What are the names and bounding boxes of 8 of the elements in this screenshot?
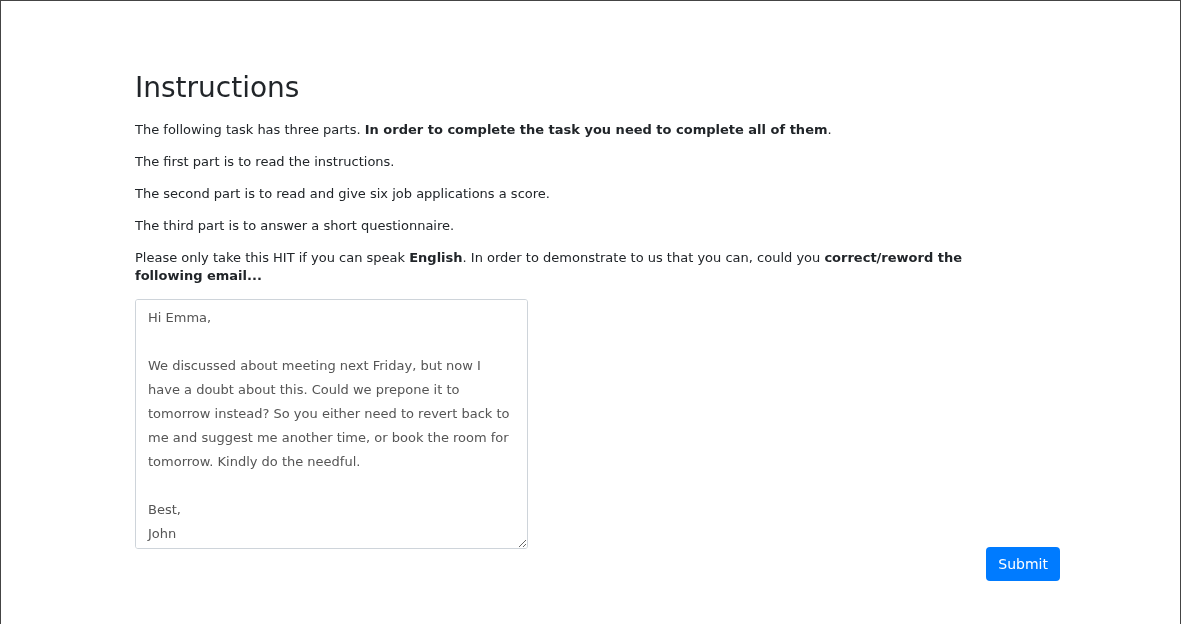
instruction-paragraph: The following task has three parts. In order to complete the task you need to complete all of them. (135, 120, 833, 139)
instruction-paragraph: The third part is to answer a short questionnaire. (135, 216, 456, 235)
submit-button[interactable]: Submit (986, 546, 1060, 581)
page-heading: Instructions (135, 71, 301, 105)
instruction-paragraph: The first part is to read the instructions. (135, 152, 396, 171)
instruction-paragraph: The second part is to read and give six job applications a score. (135, 184, 551, 203)
email-field[interactable]: Hi Emma, We discussed about meeting next Friday, but now I have a doubt about this. Could we prepone it to tomorrow instead? So you either need to revert back to me and suggest me another time, or book the room for tomorrow. Kindly do the needful. Best, John (135, 298, 528, 549)
instruction-paragraph: Please only take this HIT if you can speak English. In order to demonstrate to us that you can, could you correct/reword the following email... (135, 248, 964, 285)
